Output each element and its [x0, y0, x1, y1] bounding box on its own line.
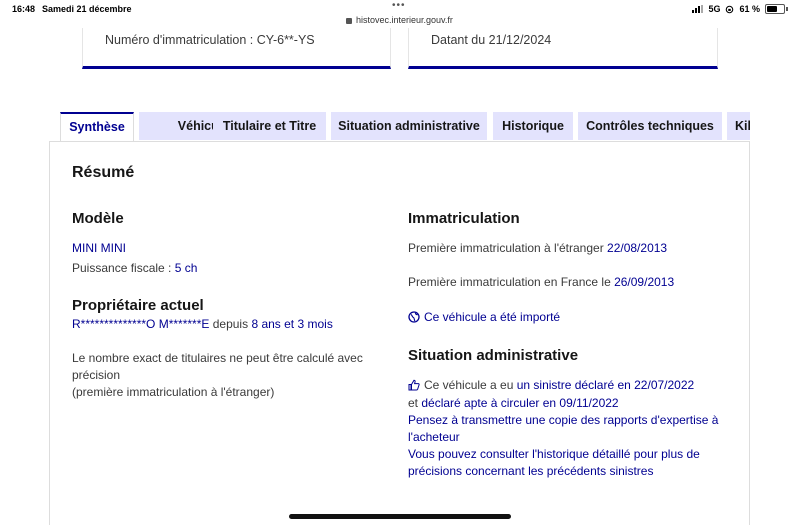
admin-line-2-prefix: et	[408, 396, 422, 410]
orientation-lock-icon	[726, 5, 734, 13]
summary-title: Résumé	[72, 164, 135, 181]
battery-percent: 61 %	[739, 4, 760, 14]
signal-icon	[692, 5, 704, 13]
battery-icon	[765, 4, 785, 14]
owner-note-line: Le nombre exact de titulaires ne peut êt…	[72, 351, 363, 365]
imported-text: Ce véhicule a été importé	[424, 310, 561, 324]
admin-line-2: et déclaré apte à circuler en 09/11/2022	[408, 395, 619, 412]
tab-historique[interactable]: Historique	[493, 112, 573, 140]
tab-bar: Synthèse Véhicule Titulaire et Titre Sit…	[60, 112, 750, 142]
tab-synthese[interactable]: Synthèse	[60, 112, 134, 142]
foreign-registration: Première immatriculation à l'étranger 22…	[408, 240, 667, 257]
france-registration-label: Première immatriculation en France le	[408, 275, 615, 289]
thumbs-up-icon	[408, 379, 420, 391]
fiscal-power: Puissance fiscale : 5 ch	[72, 260, 197, 277]
fiscal-power-label: Puissance fiscale :	[72, 261, 175, 275]
fiscal-power-value: 5 ch	[174, 261, 198, 275]
admin-heading: Situation administrative	[408, 347, 579, 364]
history-advice: Vous pouvez consulter l'historique détai…	[408, 446, 700, 480]
tab-situation-administrative[interactable]: Situation administrative	[331, 112, 487, 140]
owner-since-value: 8 ans et 3 mois	[251, 317, 333, 331]
date: Samedi 21 décembre	[42, 4, 132, 14]
history-advice-line: Vous pouvez consulter l'historique détai…	[408, 447, 700, 461]
sinistre-link[interactable]: un sinistre déclaré en 22/07/2022	[517, 378, 694, 392]
owner-note-line: (première immatriculation à l'étranger)	[72, 385, 275, 399]
admin-line-1: Ce véhicule a eu un sinistre déclaré en …	[408, 377, 694, 394]
multitask-dots-icon[interactable]: •••	[392, 0, 406, 11]
model-name: MINI MINI	[72, 241, 126, 255]
france-registration: Première immatriculation en France le 26…	[408, 274, 674, 291]
network-label: 5G	[708, 4, 721, 14]
expertise-advice-line: l'acheteur	[408, 430, 460, 444]
globe-icon	[408, 311, 420, 323]
france-registration-date: 26/09/2013	[614, 275, 675, 289]
owner-line: R**************O M*******E depuis 8 ans …	[72, 316, 333, 333]
model-heading: Modèle	[72, 210, 124, 227]
apte-circuler-link[interactable]: déclaré apte à circuler en 09/11/2022	[421, 396, 618, 410]
foreign-registration-date: 22/08/2013	[607, 241, 668, 255]
status-indicators: 5G 61 %	[692, 4, 788, 14]
url-text: histovec.interieur.gouv.fr	[356, 15, 453, 25]
home-indicator[interactable]	[289, 514, 511, 519]
history-advice-line: précisions concernant les précédents sin…	[408, 464, 654, 478]
registration-card: Numéro d'immatriculation : CY-6**-YS	[82, 28, 391, 69]
owner-note-line: précision	[72, 368, 121, 382]
clock: 16:48	[12, 4, 36, 14]
date-card: Datant du 21/12/2024	[408, 28, 718, 69]
registration-number: Numéro d'immatriculation : CY-6**-YS	[105, 33, 315, 47]
tab-titulaire-titre[interactable]: Titulaire et Titre	[213, 112, 326, 140]
imported-link[interactable]: Ce véhicule a été importé	[408, 309, 560, 326]
foreign-registration-label: Première immatriculation à l'étranger	[408, 241, 608, 255]
tab-kilometrage[interactable]: Kilo	[727, 112, 750, 140]
owner-since-label: depuis	[209, 317, 252, 331]
owner-name: R**************O M*******E	[72, 317, 210, 331]
owner-note: Le nombre exact de titulaires ne peut êt…	[72, 350, 363, 401]
expertise-advice: Pensez à transmettre une copie des rappo…	[408, 412, 718, 446]
owner-heading: Propriétaire actuel	[72, 297, 204, 314]
registration-heading: Immatriculation	[408, 210, 520, 227]
address-bar[interactable]: histovec.interieur.gouv.fr	[346, 15, 453, 25]
tab-controles-techniques[interactable]: Contrôles techniques	[578, 112, 722, 140]
lock-icon	[346, 18, 352, 24]
expertise-advice-line: Pensez à transmettre une copie des rappo…	[408, 413, 719, 427]
report-date: Datant du 21/12/2024	[431, 33, 552, 47]
status-bar: 16:48 Samedi 21 décembre ••• histovec.in…	[0, 0, 800, 30]
admin-line-1-prefix: Ce véhicule a eu	[424, 378, 517, 392]
